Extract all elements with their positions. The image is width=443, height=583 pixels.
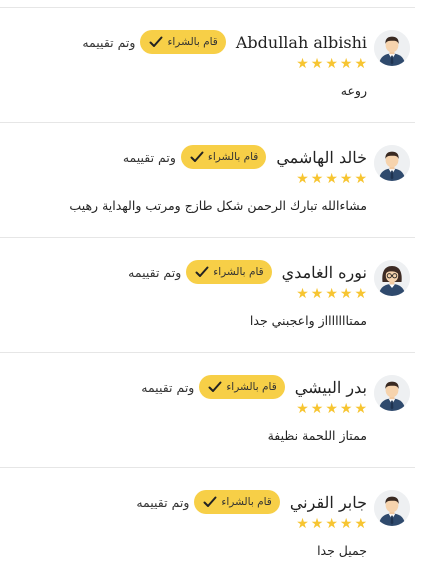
star-icon: ★ [325,516,338,532]
star-icon: ★ [339,516,353,532]
purchased-badge: قام بالشراء [180,145,267,169]
review-comment: ممتاااااااز واعجبني جدا [249,313,367,328]
star-rating: ★ ★ ★ ★ ★ [296,57,367,71]
reviewer-name: Abdullah albishi [235,32,367,52]
review-header: خالد الهاشمي قام بالشراء وتم تقييمه [123,143,367,171]
star-icon: ★ [296,516,309,532]
reviewer-name: نوره الغامدي [281,262,367,282]
review-header: نوره الغامدي قام بالشراء وتم تقييمه [128,258,367,286]
star-icon: ★ [354,516,367,532]
star-icon: ★ [325,56,338,72]
star-icon: ★ [310,56,324,72]
rated-label: وتم تقييمه [82,34,136,50]
review-item: نوره الغامدي قام بالشراء وتم تقييمه ★ ★ … [0,238,415,353]
review-item: جابر القرني قام بالشراء وتم تقييمه ★ ★ ★… [0,468,415,583]
star-icon: ★ [296,56,309,72]
review-header: جابر القرني قام بالشراء وتم تقييمه [136,488,367,516]
star-icon: ★ [296,401,309,417]
checkmark-icon [149,36,163,48]
checkmark-icon [190,151,204,163]
review-comment: ممتاز اللحمة نظيفة [267,428,367,443]
purchased-badge: قام بالشراء [186,260,272,284]
purchased-badge-label: قام بالشراء [207,151,259,163]
star-icon: ★ [310,286,324,302]
star-icon: ★ [325,286,338,302]
reviewer-name: بدر البيشي [294,377,367,397]
rated-label: وتم تقييمه [136,494,190,510]
star-rating: ★ ★ ★ ★ ★ [296,402,367,416]
star-icon: ★ [310,401,324,417]
female-avatar-icon [374,260,410,296]
rated-label: وتم تقييمه [122,149,176,165]
star-rating: ★ ★ ★ ★ ★ [296,517,367,531]
review-list: Abdullah albishi قام بالشراء وتم تقييمه … [0,8,415,583]
rated-label: وتم تقييمه [141,379,195,395]
star-icon: ★ [325,171,338,187]
purchased-badge: قام بالشراء [194,490,280,514]
review-header: بدر البيشي قام بالشراء وتم تقييمه [141,373,367,401]
star-icon: ★ [339,56,353,72]
star-icon: ★ [296,171,309,187]
checkmark-icon [195,266,209,278]
checkmark-icon [203,496,217,508]
star-icon: ★ [354,401,367,417]
review-item: بدر البيشي قام بالشراء وتم تقييمه ★ ★ ★ … [0,353,415,468]
star-icon: ★ [339,286,353,302]
review-item: خالد الهاشمي قام بالشراء وتم تقييمه ★ ★ … [0,123,415,238]
review-comment: روعه [340,83,367,98]
purchased-badge-label: قام بالشراء [213,266,264,278]
purchased-badge-label: قام بالشراء [221,496,272,508]
male-avatar-icon [374,145,410,181]
purchased-badge-label: قام بالشراء [226,381,277,393]
star-icon: ★ [339,171,353,187]
review-comment: جميل جدا [317,543,367,558]
male-avatar-icon [374,490,410,526]
checkmark-icon [208,381,222,393]
star-icon: ★ [310,171,324,187]
male-avatar-icon [374,30,410,66]
purchased-badge-label: قام بالشراء [167,36,218,48]
star-icon: ★ [310,516,324,532]
star-icon: ★ [354,56,367,72]
star-icon: ★ [354,171,367,187]
star-icon: ★ [354,286,367,302]
purchased-badge: قام بالشراء [140,30,226,54]
star-rating: ★ ★ ★ ★ ★ [296,287,367,301]
review-comment: مشاءالله تبارك الرحمن شكل طازج ومرتب وال… [69,198,367,213]
male-avatar-icon [374,375,410,411]
star-rating: ★ ★ ★ ★ ★ [296,172,367,186]
purchased-badge: قام بالشراء [199,375,285,399]
review-item: Abdullah albishi قام بالشراء وتم تقييمه … [0,8,415,123]
review-header: Abdullah albishi قام بالشراء وتم تقييمه [82,28,367,56]
rated-label: وتم تقييمه [128,264,182,280]
star-icon: ★ [339,401,353,417]
star-icon: ★ [325,401,338,417]
star-icon: ★ [296,286,309,302]
reviewer-name: خالد الهاشمي [276,147,367,167]
reviewer-name: جابر القرني [289,492,367,512]
